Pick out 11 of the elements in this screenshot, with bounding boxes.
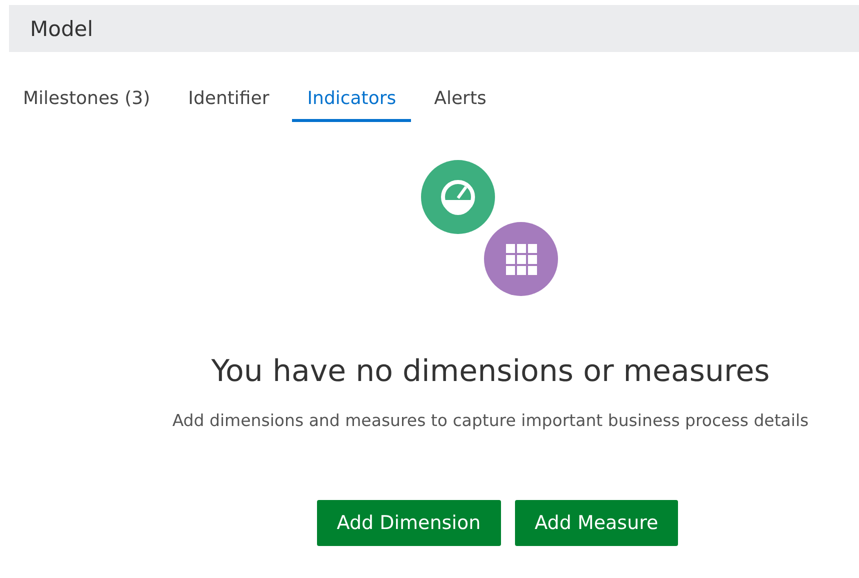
tab[interactable]: Alerts (419, 82, 502, 122)
add-button[interactable]: Add Measure (514, 500, 678, 546)
empty-state-heading: You have no dimensions or measures (211, 354, 770, 389)
page-title: Model (30, 16, 94, 40)
tab[interactable]: Milestones (3) (8, 82, 166, 122)
tab[interactable]: Identifier (173, 82, 284, 122)
tab[interactable]: Indicators (292, 82, 412, 122)
add-button[interactable]: Add Dimension (316, 500, 501, 546)
empty-state-message: Add dimensions and measures to capture important business process details (172, 411, 809, 430)
gauge-icon (420, 160, 494, 234)
grid-icon (484, 222, 558, 296)
